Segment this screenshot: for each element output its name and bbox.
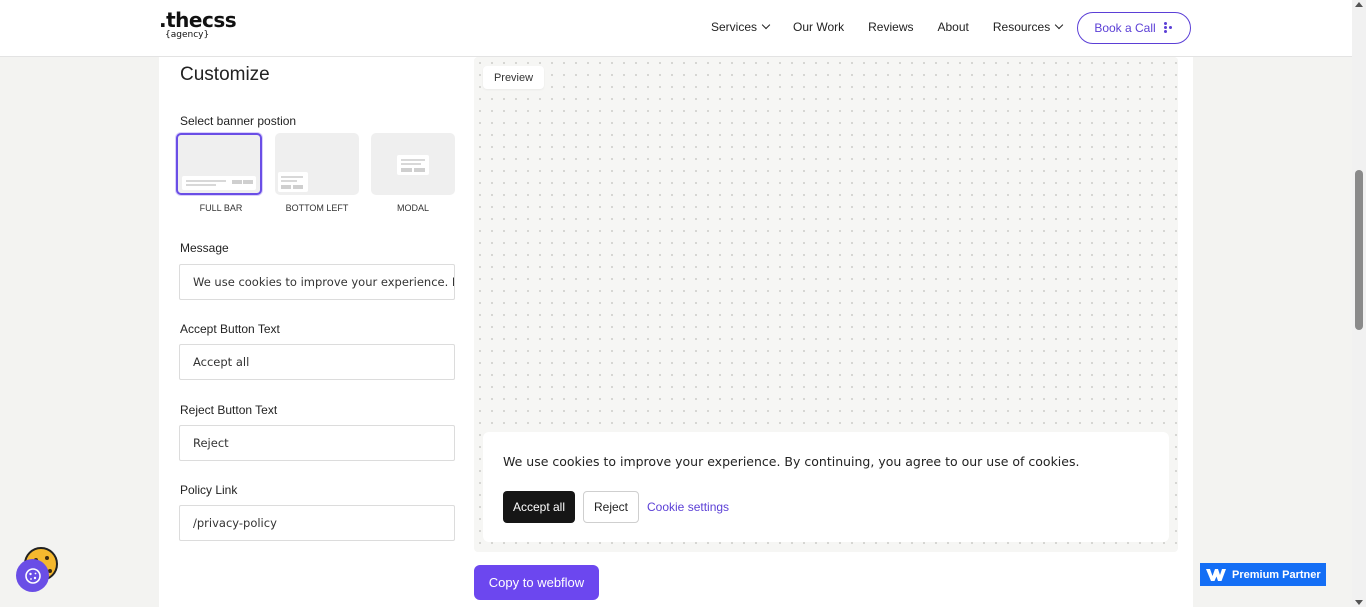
reject-button[interactable]: Reject — [583, 491, 639, 523]
chevron-down-icon — [761, 20, 771, 30]
position-option-full-bar[interactable] — [176, 133, 262, 195]
dots-icon — [1163, 21, 1174, 35]
site-header: .thecss {agency} Services Our Work Revie… — [0, 0, 1352, 57]
webflow-logo-icon — [1206, 568, 1226, 581]
bottom-left-thumbnail — [278, 172, 308, 192]
main-nav: Services Our Work Reviews About Resource… — [711, 20, 1064, 34]
preview-tag: Preview — [483, 66, 544, 89]
scroll-up-icon[interactable] — [1355, 2, 1363, 7]
cookie-settings-glyph — [24, 567, 41, 584]
book-a-call-label: Book a Call — [1094, 21, 1156, 35]
cookie-banner-message: We use cookies to improve your experienc… — [503, 454, 1080, 469]
position-label-full-bar: FULL BAR — [199, 203, 243, 213]
nav-about-label: About — [937, 20, 969, 34]
webflow-partner-label: Premium Partner — [1232, 568, 1321, 581]
logo-text: .thecss — [159, 8, 237, 32]
modal-thumbnail — [397, 155, 429, 175]
reject-text-input[interactable]: Reject — [179, 425, 455, 461]
reject-text-label: Reject Button Text — [180, 403, 278, 417]
message-input[interactable]: We use cookies to improve your experienc… — [179, 264, 455, 300]
logo[interactable]: .thecss {agency} — [159, 8, 237, 40]
webflow-partner-badge[interactable]: Premium Partner — [1200, 563, 1326, 586]
position-option-bottom-left[interactable] — [275, 133, 359, 195]
nav-our-work[interactable]: Our Work — [793, 20, 844, 34]
position-option-modal[interactable] — [371, 133, 455, 195]
nav-services-label: Services — [711, 20, 758, 34]
reject-text-input-value: Reject — [193, 436, 229, 450]
policy-link-label: Policy Link — [180, 483, 238, 497]
accept-text-input-value: Accept all — [193, 355, 250, 369]
page-scrollbar[interactable] — [1352, 0, 1366, 607]
scroll-down-icon[interactable] — [1355, 600, 1363, 605]
cookie-settings-icon[interactable] — [16, 559, 49, 592]
customize-title: Customize — [180, 64, 270, 85]
position-label-bottom-left: BOTTOM LEFT — [285, 203, 349, 213]
logo-subtext: {agency} — [165, 30, 210, 40]
full-bar-thumbnail — [182, 176, 256, 190]
position-label-modal: MODAL — [396, 203, 429, 213]
cookie-settings-link[interactable]: Cookie settings — [647, 500, 729, 514]
message-label: Message — [180, 241, 229, 255]
chevron-down-icon — [1054, 20, 1064, 30]
accept-all-button[interactable]: Accept all — [503, 491, 575, 523]
nav-resources-label: Resources — [992, 20, 1051, 34]
nav-reviews[interactable]: Reviews — [868, 20, 913, 34]
policy-link-input[interactable]: /privacy-policy — [179, 505, 455, 541]
nav-reviews-label: Reviews — [868, 20, 914, 34]
message-input-value: We use cookies to improve your experienc… — [193, 275, 455, 289]
policy-link-input-value: /privacy-policy — [193, 516, 277, 530]
book-a-call-button[interactable]: Book a Call — [1077, 12, 1191, 44]
nav-about[interactable]: About — [938, 20, 969, 34]
nav-our-work-label: Our Work — [793, 20, 845, 34]
nav-services[interactable]: Services — [711, 20, 771, 34]
scrollbar-thumb[interactable] — [1355, 170, 1363, 330]
accept-text-input[interactable]: Accept all — [179, 344, 455, 380]
copy-to-webflow-button[interactable]: Copy to webflow — [474, 565, 599, 600]
accept-text-label: Accept Button Text — [180, 322, 280, 336]
cookie-banner-preview — [483, 432, 1169, 542]
nav-resources[interactable]: Resources — [992, 20, 1064, 34]
banner-position-label: Select banner postion — [180, 114, 297, 128]
